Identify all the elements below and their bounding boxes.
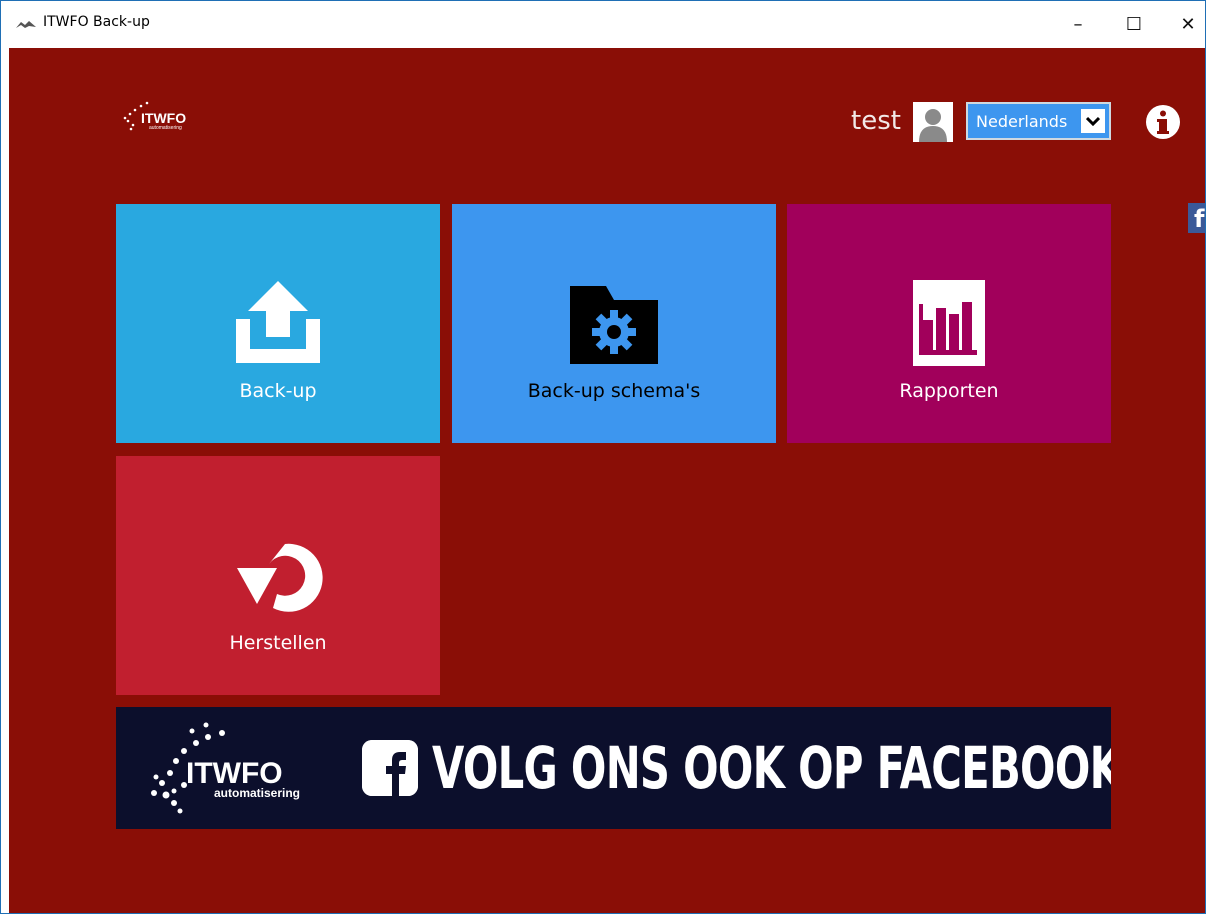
language-select[interactable]: Nederlands	[966, 102, 1111, 140]
tile-label: Back-up schema's	[527, 380, 701, 402]
tile-label: Rapporten	[899, 380, 999, 402]
facebook-icon: f	[1194, 205, 1205, 233]
main-content: ITWFO automatisering test Nederlands f B…	[9, 48, 1205, 913]
user-avatar-icon	[913, 102, 953, 142]
folder-gear-icon	[570, 286, 658, 364]
info-button[interactable]	[1145, 104, 1181, 140]
tile-label: Herstellen	[229, 632, 327, 654]
logo-text: ITWFO	[141, 110, 186, 126]
app-window: ITWFO Back-up – ☐ ✕ ITWFO automatisering…	[0, 0, 1206, 914]
upload-icon	[236, 281, 320, 363]
facebook-side-button[interactable]: f	[1188, 203, 1205, 233]
app-icon	[16, 21, 36, 28]
language-selected: Nederlands	[976, 111, 1068, 131]
tile-backup[interactable]: Back-up	[116, 204, 440, 443]
banner-logo-subtext: automatisering	[214, 786, 300, 800]
user-name: test	[851, 106, 901, 136]
avatar[interactable]	[913, 102, 953, 142]
chevron-down-icon	[1081, 109, 1105, 133]
tile-reports[interactable]: Rapporten	[787, 204, 1111, 443]
title-bar: ITWFO Back-up – ☐ ✕	[1, 1, 1205, 48]
itwfo-banner-logo: ITWFO automatisering	[151, 722, 300, 814]
tile-restore[interactable]: Herstellen	[116, 456, 440, 695]
report-chart-icon	[913, 280, 985, 366]
close-icon: ✕	[1180, 14, 1196, 35]
minimize-icon: –	[1073, 14, 1083, 35]
banner-text: VOLG ONS OOK OP FACEBOOK!	[432, 734, 1111, 802]
facebook-icon	[362, 740, 418, 796]
maximize-button[interactable]: ☐	[1111, 1, 1157, 48]
itwfo-logo: ITWFO automatisering	[119, 96, 209, 142]
window-title: ITWFO Back-up	[43, 14, 150, 30]
facebook-banner[interactable]: ITWFO automatisering VOLG ONS OOK OP FAC…	[116, 707, 1111, 829]
logo-subtext: automatisering	[149, 125, 182, 131]
tile-backup-schedules[interactable]: Back-up schema's	[452, 204, 776, 443]
close-button[interactable]: ✕	[1165, 1, 1205, 48]
tile-label: Back-up	[239, 380, 317, 402]
maximize-icon: ☐	[1125, 14, 1143, 35]
minimize-button[interactable]: –	[1055, 1, 1101, 48]
restore-icon	[237, 543, 323, 612]
info-icon	[1146, 105, 1180, 139]
